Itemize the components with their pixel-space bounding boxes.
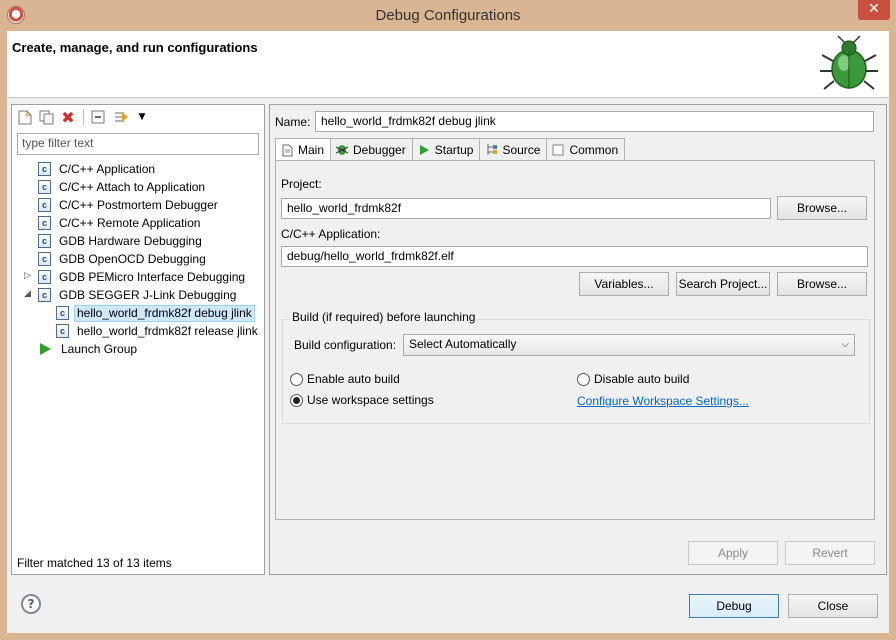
tree-item-hello-world-release-jlink[interactable]: c hello_world_frdmk82f release jlink	[56, 322, 261, 340]
tree-item-gdb-pemicro[interactable]: c GDB PEMicro Interface Debugging	[38, 268, 248, 286]
launch-group-icon	[40, 343, 51, 355]
close-button[interactable]: Close	[788, 594, 878, 618]
main-tab-content: Project: hello_world_frdmk82f Browse... …	[275, 160, 875, 520]
build-group-title: Build (if required) before launching	[290, 310, 478, 324]
browse-project-button[interactable]: Browse...	[777, 196, 867, 220]
filter-dropdown-icon[interactable]: ▼	[133, 108, 151, 126]
expand-chevron-icon[interactable]: ▷	[24, 271, 31, 281]
tree-item-gdb-openocd[interactable]: c GDB OpenOCD Debugging	[38, 250, 209, 268]
window-title: Debug Configurations	[375, 7, 521, 24]
debug-configurations-window: Debug Configurations ✕ Create, manage, a…	[0, 0, 896, 640]
c-config-icon: c	[38, 234, 51, 248]
delete-icon[interactable]: ✖	[59, 108, 77, 127]
debug-button[interactable]: Debug	[689, 594, 779, 618]
tree-item-gdb-hardware[interactable]: c GDB Hardware Debugging	[38, 232, 205, 250]
tab-main[interactable]: Main	[275, 138, 332, 162]
c-config-icon: c	[38, 162, 51, 176]
configuration-toolbar: + ✖ ▼	[12, 105, 264, 129]
c-config-icon: c	[38, 288, 51, 302]
window-close-button[interactable]: ✕	[858, 0, 890, 20]
build-configuration-select[interactable]: Select Automatically ⌵	[403, 334, 855, 356]
name-input[interactable]: hello_world_frdmk82f debug jlink	[315, 111, 874, 132]
c-config-icon: c	[38, 270, 51, 284]
filter-icon[interactable]	[113, 108, 131, 126]
dialog-content: Create, manage, and run configurations +…	[7, 31, 889, 633]
tree-item-launch-group[interactable]: Launch Group	[38, 340, 140, 358]
c-config-icon: c	[56, 324, 69, 338]
config-tabs: Main Debugger Startup Source Common	[275, 138, 626, 162]
c-config-icon: c	[38, 198, 51, 212]
svg-text:+: +	[24, 111, 30, 119]
project-label: Project:	[281, 177, 322, 191]
c-config-icon: c	[38, 180, 51, 194]
disable-auto-build-radio[interactable]: Disable auto build	[577, 372, 689, 386]
c-config-icon: c	[56, 306, 69, 320]
tree-item-c-cpp-postmortem[interactable]: c C/C++ Postmortem Debugger	[38, 196, 221, 214]
c-config-icon: c	[38, 216, 51, 230]
tab-source[interactable]: Source	[480, 138, 548, 161]
configuration-editor-panel: Name: hello_world_frdmk82f debug jlink M…	[269, 104, 887, 575]
project-field[interactable]: hello_world_frdmk82f	[281, 198, 771, 219]
configure-workspace-settings-link[interactable]: Configure Workspace Settings...	[577, 394, 749, 408]
enable-auto-build-radio[interactable]: Enable auto build	[290, 372, 400, 386]
collapse-chevron-icon[interactable]: ◢	[24, 289, 31, 299]
radio-button-checked[interactable]	[290, 393, 303, 407]
application-label: C/C++ Application:	[281, 227, 381, 241]
browse-application-button[interactable]: Browse...	[777, 272, 867, 296]
dialog-header: Create, manage, and run configurations	[7, 31, 889, 98]
startup-tab-icon	[417, 143, 431, 157]
header-title: Create, manage, and run configurations	[12, 40, 258, 55]
new-config-icon[interactable]: +	[16, 108, 34, 126]
help-icon[interactable]: ?	[21, 594, 41, 614]
main-tab-icon	[280, 143, 294, 157]
use-workspace-settings-radio[interactable]: Use workspace settings	[290, 393, 434, 407]
filter-status-text: Filter matched 13 of 13 items	[17, 556, 172, 570]
tree-item-hello-world-debug-jlink[interactable]: c hello_world_frdmk82f debug jlink	[56, 304, 255, 322]
tree-item-c-cpp-attach[interactable]: c C/C++ Attach to Application	[38, 178, 208, 196]
title-bar: Debug Configurations ✕	[0, 0, 896, 31]
common-tab-icon	[551, 143, 565, 157]
revert-button[interactable]: Revert	[785, 541, 875, 565]
tab-common[interactable]: Common	[547, 138, 626, 161]
configuration-list-panel: + ✖ ▼ type filter text c C/C++ Applicati…	[11, 104, 265, 575]
search-project-button[interactable]: Search Project...	[676, 272, 770, 296]
application-field[interactable]: debug/hello_world_frdmk82f.elf	[281, 246, 868, 267]
tree-item-gdb-segger-jlink[interactable]: c GDB SEGGER J-Link Debugging	[38, 286, 239, 304]
radio-button[interactable]	[290, 372, 303, 386]
build-before-launch-group: Build (if required) before launching Bui…	[282, 310, 870, 424]
tab-debugger[interactable]: Debugger	[331, 138, 413, 161]
build-configuration-label: Build configuration:	[294, 338, 397, 352]
name-label: Name:	[275, 115, 311, 129]
radio-button[interactable]	[577, 372, 590, 386]
duplicate-icon[interactable]	[37, 108, 55, 126]
filter-input[interactable]: type filter text	[17, 133, 259, 155]
debugger-tab-icon	[335, 143, 349, 157]
collapse-all-icon[interactable]	[89, 108, 107, 126]
variables-button[interactable]: Variables...	[579, 272, 669, 296]
c-config-icon: c	[38, 252, 51, 266]
debug-bug-icon	[820, 35, 878, 90]
chevron-down-icon: ⌵	[841, 339, 849, 350]
tree-item-c-cpp-application[interactable]: c C/C++ Application	[38, 160, 158, 178]
tab-startup[interactable]: Startup	[412, 138, 481, 161]
source-tab-icon	[484, 143, 498, 157]
tree-item-c-cpp-remote[interactable]: c C/C++ Remote Application	[38, 214, 203, 232]
apply-button[interactable]: Apply	[688, 541, 778, 565]
